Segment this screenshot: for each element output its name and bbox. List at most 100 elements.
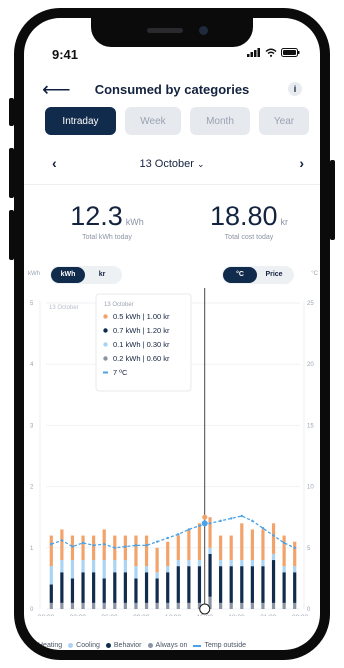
status-time: 9:41	[52, 47, 79, 62]
bar-heating	[49, 535, 53, 567]
bar-behavior	[92, 572, 96, 603]
chevron-right-icon[interactable]: ›	[299, 155, 304, 171]
y-left-tick-label: 0	[30, 607, 34, 613]
bar-heating	[208, 517, 212, 548]
bar-cooling	[49, 566, 53, 585]
legend-swatch	[193, 644, 202, 647]
bar-cooling	[187, 560, 191, 567]
unit-option-kr[interactable]: kr	[85, 267, 119, 283]
legend-swatch	[147, 643, 153, 648]
tab-month[interactable]: Month	[190, 107, 250, 135]
legend-swatch	[68, 643, 74, 648]
date-picker[interactable]: 13 October ⌄	[24, 158, 320, 170]
date-navigator: ‹ 13 October ⌄ ›	[24, 155, 320, 175]
bar-heating	[60, 529, 64, 561]
bar-heating	[271, 523, 276, 554]
bar-behavior	[229, 566, 233, 603]
chevron-down-icon: ⌄	[196, 159, 205, 169]
bar-behavior	[134, 578, 138, 603]
x-tick-label: 09:00	[133, 614, 150, 616]
temperature-point	[155, 540, 159, 543]
bar-behavior	[197, 566, 202, 603]
bar-always-on	[282, 602, 286, 609]
info-icon[interactable]: i	[288, 82, 302, 96]
bar-heating	[176, 535, 180, 561]
legend-swatch	[30, 643, 35, 648]
chart-date-label: 13 October	[49, 305, 79, 311]
signal-icon	[247, 48, 260, 57]
bar-always-on	[219, 602, 223, 609]
x-tick-label: 00:00	[38, 614, 55, 616]
bar-behavior	[113, 572, 117, 603]
tab-intraday[interactable]: Intraday	[45, 107, 116, 135]
bar-heating	[123, 535, 127, 561]
temperature-point	[230, 517, 233, 520]
bar-behavior	[261, 566, 265, 603]
bar-heating	[293, 541, 297, 567]
tooltip-temp-swatch	[103, 371, 108, 374]
consumption-chart[interactable]: 0 1 2 3 4 5 0 5 10 15 20 25 13 October 00:00 03:00 06:0…	[24, 286, 320, 616]
period-tabs: Intraday Week Month Year	[45, 107, 309, 135]
bar-always-on	[250, 602, 254, 609]
overlay-option-temp[interactable]: °C	[223, 267, 257, 283]
bar-cooling	[219, 560, 223, 567]
bar-always-on	[81, 602, 85, 609]
temperature-point	[219, 519, 222, 523]
bar-always-on	[271, 602, 276, 609]
bar-behavior	[208, 553, 212, 597]
bar-cooling	[134, 566, 138, 579]
bar-always-on	[187, 602, 191, 609]
temperature-point	[240, 514, 243, 518]
bar-behavior	[282, 572, 286, 603]
temperature-point	[272, 534, 275, 537]
temperature-point	[177, 533, 180, 536]
bar-cooling	[240, 560, 244, 567]
bar-always-on	[92, 602, 96, 609]
bar-behavior	[293, 572, 297, 603]
legend-label: Temp outside	[204, 642, 247, 649]
tab-year[interactable]: Year	[259, 107, 309, 135]
tooltip-row: 0.1 kWh | 0.30 kr	[113, 340, 170, 349]
y-right-tick-label: 25	[307, 301, 314, 307]
tooltip: 13 October 0.5 kWh | 1.00 kr 0.7 kWh | 1.2…	[95, 293, 192, 392]
bar-heating	[134, 535, 138, 567]
y-right-tick-label: 5	[307, 546, 311, 552]
overlay-option-price[interactable]: Price	[257, 267, 291, 283]
bar-behavior	[187, 566, 191, 603]
tooltip-swatch	[103, 314, 108, 319]
legend-label: Cooling	[76, 642, 100, 649]
legend-item: Temp outside	[193, 642, 246, 649]
bar-cooling	[176, 560, 180, 567]
tab-week[interactable]: Week	[125, 107, 181, 135]
bar-always-on	[166, 602, 170, 609]
bar-heating	[261, 529, 265, 561]
cost-unit: kr	[280, 217, 289, 227]
bar-always-on	[60, 602, 64, 609]
y-left-tick-label: 1	[30, 546, 34, 552]
temperature-point	[113, 546, 116, 549]
tooltip-date: 13 October	[104, 302, 134, 308]
bar-cooling	[70, 560, 75, 579]
bar-heating	[155, 547, 159, 573]
temperature-point	[166, 536, 169, 540]
bar-always-on	[261, 602, 265, 609]
x-tick-label: 21:00	[260, 614, 277, 616]
legend-label: Heating	[38, 642, 63, 649]
unit-option-kwh[interactable]: kWh	[51, 267, 85, 283]
energy-label: Total kWh today	[82, 234, 132, 241]
bar-behavior	[176, 566, 180, 603]
unit-toggle: kWh kr	[50, 266, 122, 284]
bar-heating	[282, 535, 286, 567]
y-right-tick-label: 10	[307, 485, 314, 491]
bar-behavior	[60, 572, 64, 603]
bar-behavior	[240, 566, 244, 603]
x-tick-label: 18:00	[228, 614, 245, 616]
energy-unit: kWh	[125, 217, 144, 227]
energy-total: 12.3 kWh Total kWh today	[58, 201, 156, 241]
tooltip-swatch	[103, 342, 108, 347]
bar-cooling	[102, 560, 106, 579]
temperature-point	[92, 544, 95, 547]
date-label: 13 October	[139, 158, 194, 170]
legend-item: Always on	[147, 642, 187, 649]
bar-behavior	[102, 578, 106, 603]
